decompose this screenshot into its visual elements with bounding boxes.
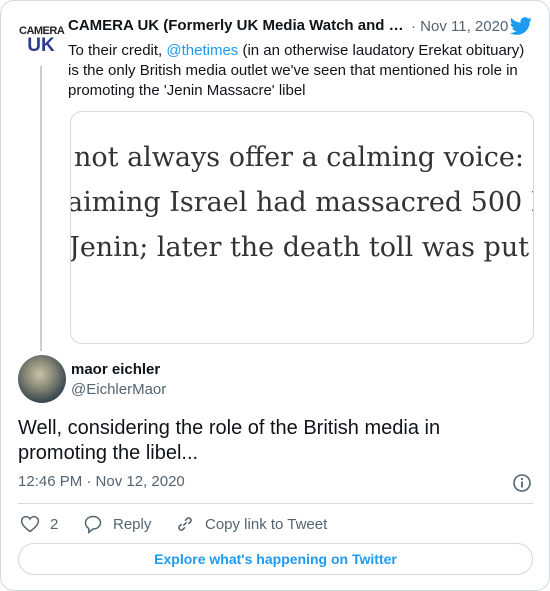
tweet-timestamp[interactable]: 12:46 PM · Nov 12, 2020 <box>18 473 185 490</box>
quoted-tweet-text: To their credit, @thetimes (in an otherw… <box>68 42 525 99</box>
image-text-line: not always offer a calming voice: tha <box>74 142 534 173</box>
like-button[interactable]: 2 <box>20 514 58 534</box>
mention-link[interactable]: @thetimes <box>166 42 238 59</box>
like-count: 2 <box>50 515 59 533</box>
reply-icon <box>84 515 102 534</box>
divider <box>18 503 533 504</box>
quoted-tweet-image[interactable]: not always offer a calming voice: tha ai… <box>70 111 534 344</box>
quoted-date[interactable]: · Nov 11, 2020 <box>411 18 508 35</box>
author-handle[interactable]: @EichlerMaor <box>71 381 166 398</box>
copy-link-button[interactable]: Copy link to Tweet <box>175 514 327 534</box>
thread-line <box>40 66 42 351</box>
tweet-text: Well, considering the role of the Britis… <box>18 417 441 464</box>
info-icon[interactable] <box>512 473 532 493</box>
reply-button[interactable]: Reply <box>83 514 151 534</box>
twitter-bird-icon[interactable] <box>509 15 533 37</box>
explore-twitter-button[interactable]: Explore what's happening on Twitter <box>18 543 533 575</box>
avatar[interactable] <box>18 355 66 403</box>
image-text-line: Jenin; later the death toll was put at a <box>70 232 533 263</box>
camera-uk-logo[interactable]: CAMERA UK <box>19 25 65 59</box>
heart-icon <box>20 515 40 533</box>
quoted-author-name[interactable]: CAMERA UK (Formerly UK Media Watch and … <box>68 17 404 34</box>
link-icon <box>178 517 192 531</box>
tweet-embed-card: CAMERA UK CAMERA UK (Formerly UK Media W… <box>0 0 550 591</box>
author-name[interactable]: maor eichler <box>71 361 160 378</box>
image-text-line: aiming Israel had massacred 500 Pale <box>70 187 533 218</box>
